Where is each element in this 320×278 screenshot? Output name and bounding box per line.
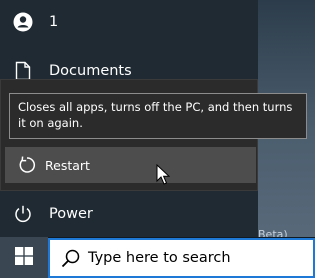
search-icon	[60, 248, 82, 270]
windows-logo-icon	[15, 246, 33, 269]
start-button[interactable]	[0, 237, 48, 278]
restart-label: Restart	[45, 158, 90, 173]
power-icon	[12, 203, 34, 225]
rail-item-power-label: Power	[49, 206, 93, 222]
rail-item-user[interactable]: 1	[0, 4, 258, 40]
restart-tooltip: Closes all apps, turns off the PC, and t…	[9, 93, 307, 139]
screen: Beta) 1 Documents Power Restart Closes a…	[0, 0, 315, 278]
restart-icon	[16, 154, 38, 176]
rail-item-power[interactable]: Power	[0, 196, 258, 232]
user-icon	[12, 11, 34, 33]
search-placeholder: Type here to search	[88, 250, 231, 266]
mouse-cursor-icon	[156, 163, 171, 186]
taskbar: Type here to search	[0, 237, 315, 278]
rail-item-documents-label: Documents	[49, 63, 132, 79]
taskbar-search-box[interactable]: Type here to search	[48, 238, 315, 278]
rail-item-user-label: 1	[49, 14, 59, 30]
restart-menu-item[interactable]: Restart	[5, 147, 256, 183]
